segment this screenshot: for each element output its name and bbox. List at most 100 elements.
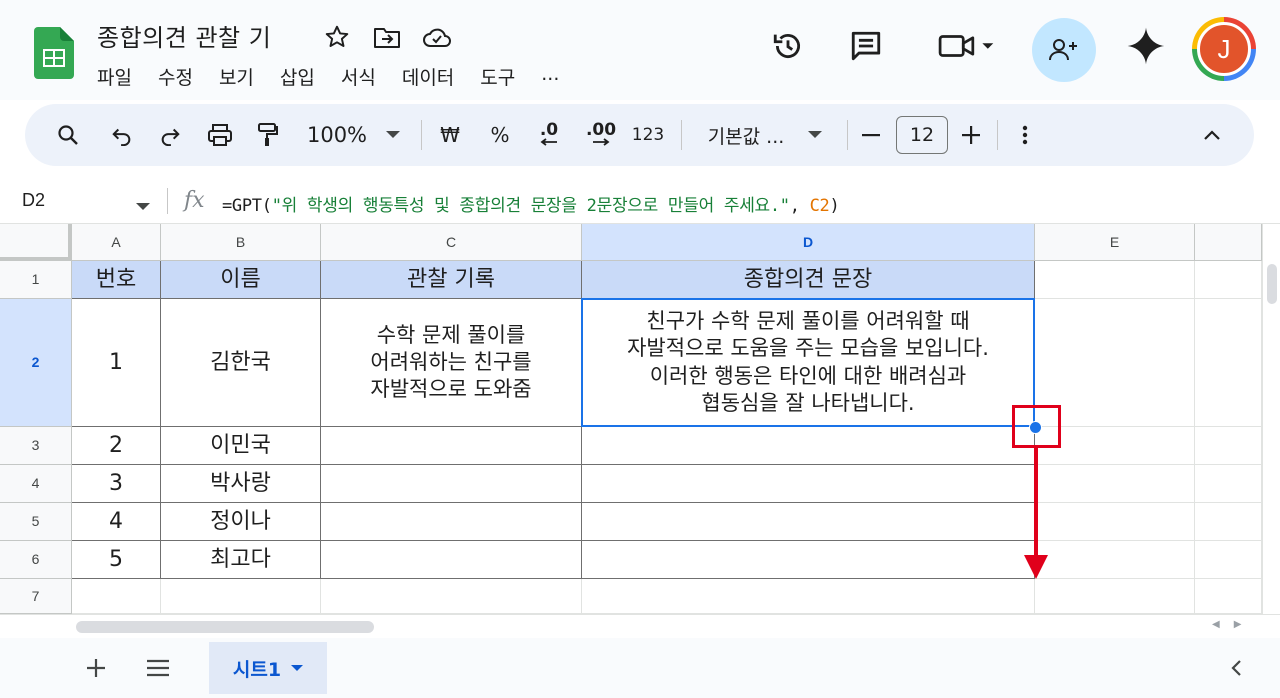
decrease-decimal-button[interactable]: .0 — [531, 104, 567, 166]
menu-insert[interactable]: 삽입 — [280, 63, 315, 90]
gemini-sparkle-icon[interactable] — [1118, 18, 1174, 74]
row-header-5[interactable]: 5 — [0, 503, 72, 541]
cell-e7[interactable] — [1035, 579, 1195, 614]
cell-d7[interactable] — [582, 579, 1035, 614]
cell-b5[interactable]: 정이나 — [161, 503, 321, 541]
cell-c5[interactable] — [321, 503, 582, 541]
cloud-saved-icon[interactable] — [422, 22, 452, 52]
comments-icon[interactable] — [838, 18, 894, 74]
all-sheets-menu-icon[interactable] — [138, 650, 178, 686]
cell-f2[interactable] — [1195, 299, 1262, 427]
more-formats-button[interactable]: 123 — [629, 104, 667, 166]
column-header-e[interactable]: E — [1035, 224, 1195, 261]
cell-a6[interactable]: 5 — [72, 541, 161, 579]
scroll-right-icon[interactable]: ▶ — [1234, 619, 1242, 630]
menu-data[interactable]: 데이터 — [402, 63, 454, 90]
zoom-select[interactable]: 100% — [305, 104, 369, 166]
menu-file[interactable]: 파일 — [97, 63, 132, 90]
cell-a4[interactable]: 3 — [72, 465, 161, 503]
menu-format[interactable]: 서식 — [341, 63, 376, 90]
sheets-logo-icon[interactable] — [34, 27, 74, 79]
percent-format-button[interactable]: % — [485, 104, 515, 166]
cell-d5[interactable] — [582, 503, 1035, 541]
cell-e5[interactable] — [1035, 503, 1195, 541]
font-family-select[interactable]: 기본값 ... — [701, 104, 791, 166]
cell-c3[interactable] — [321, 427, 582, 465]
decrease-font-size-icon[interactable] — [859, 104, 883, 166]
row-header-6[interactable]: 6 — [0, 541, 72, 579]
cell-c1[interactable]: 관찰 기록 — [321, 261, 582, 299]
cell-a5[interactable]: 4 — [72, 503, 161, 541]
font-size-input[interactable]: 12 — [896, 116, 948, 154]
cell-a1[interactable]: 번호 — [72, 261, 161, 299]
cell-f5[interactable] — [1195, 503, 1262, 541]
cell-b6[interactable]: 최고다 — [161, 541, 321, 579]
cell-d3[interactable] — [582, 427, 1035, 465]
increase-font-size-icon[interactable] — [959, 104, 983, 166]
horizontal-scroll-thumb[interactable] — [76, 621, 374, 633]
cell-f1[interactable] — [1195, 261, 1262, 299]
cell-b2[interactable]: 김한국 — [161, 299, 321, 427]
increase-decimal-button[interactable]: .00 — [581, 104, 621, 166]
share-button[interactable] — [1032, 18, 1096, 82]
cell-a2[interactable]: 1 — [72, 299, 161, 427]
row-header-4[interactable]: 4 — [0, 465, 72, 503]
cell-f7[interactable] — [1195, 579, 1262, 614]
column-header-c[interactable]: C — [321, 224, 582, 261]
more-options-icon[interactable] — [1015, 104, 1035, 166]
menu-view[interactable]: 보기 — [219, 63, 254, 90]
horizontal-scrollbar[interactable]: ◀ ▶ — [0, 614, 1280, 638]
print-icon[interactable] — [203, 104, 237, 166]
column-header-d[interactable]: D — [582, 224, 1035, 261]
account-avatar[interactable]: J — [1192, 17, 1256, 81]
redo-icon[interactable] — [155, 104, 185, 166]
cell-b3[interactable]: 이민국 — [161, 427, 321, 465]
cell-b4[interactable]: 박사랑 — [161, 465, 321, 503]
currency-format-button[interactable]: ₩ — [435, 104, 465, 166]
name-box[interactable]: D2 — [22, 190, 45, 211]
cell-c7[interactable] — [321, 579, 582, 614]
cell-f4[interactable] — [1195, 465, 1262, 503]
formula-input[interactable]: =GPT("위 학생의 행동특성 및 종합의견 문장을 2문장으로 만들어 주세… — [222, 191, 840, 216]
hide-menus-chevron-up-icon[interactable] — [1197, 104, 1227, 166]
add-sheet-icon[interactable] — [76, 650, 116, 686]
row-header-1[interactable]: 1 — [0, 261, 72, 299]
undo-icon[interactable] — [107, 104, 137, 166]
cell-b1[interactable]: 이름 — [161, 261, 321, 299]
sheet-tab-1[interactable]: 시트1 — [209, 642, 327, 694]
cell-f6[interactable] — [1195, 541, 1262, 579]
sidebar-toggle-chevron-left-icon[interactable] — [1216, 650, 1256, 686]
cell-d4[interactable] — [582, 465, 1035, 503]
cell-c2[interactable]: 수학 문제 풀이를 어려워하는 친구를 자발적으로 도와줌 — [321, 299, 582, 427]
menu-more[interactable]: ... — [541, 63, 559, 90]
cell-c4[interactable] — [321, 465, 582, 503]
paint-format-icon[interactable] — [253, 104, 283, 166]
vertical-scroll-thumb[interactable] — [1267, 264, 1277, 304]
cell-c6[interactable] — [321, 541, 582, 579]
vertical-scrollbar[interactable] — [1262, 224, 1280, 614]
column-header-b[interactable]: B — [161, 224, 321, 261]
meet-video-icon[interactable] — [928, 18, 1004, 74]
zoom-dropdown-icon[interactable] — [383, 104, 403, 166]
cell-d6[interactable] — [582, 541, 1035, 579]
cell-a3[interactable]: 2 — [72, 427, 161, 465]
cell-b7[interactable] — [161, 579, 321, 614]
star-icon[interactable] — [322, 22, 352, 52]
search-icon[interactable] — [53, 104, 83, 166]
menu-edit[interactable]: 수정 — [158, 63, 193, 90]
cell-e1[interactable] — [1035, 261, 1195, 299]
fill-handle[interactable] — [1029, 421, 1042, 434]
cell-f3[interactable] — [1195, 427, 1262, 465]
document-title[interactable]: 종합의견 관찰 기 — [97, 18, 271, 53]
move-to-folder-icon[interactable] — [372, 22, 402, 52]
font-dropdown-icon[interactable] — [805, 104, 825, 166]
row-header-3[interactable]: 3 — [0, 427, 72, 465]
column-header-a[interactable]: A — [72, 224, 161, 261]
version-history-icon[interactable] — [760, 18, 816, 74]
select-all-corner[interactable] — [0, 224, 72, 261]
scroll-left-icon[interactable]: ◀ — [1212, 619, 1220, 630]
row-header-7[interactable]: 7 — [0, 579, 72, 614]
name-box-dropdown-icon[interactable] — [136, 196, 150, 215]
cell-e4[interactable] — [1035, 465, 1195, 503]
cell-d2[interactable]: 친구가 수학 문제 풀이를 어려워할 때 자발적으로 도움을 주는 모습을 보입… — [582, 299, 1035, 427]
